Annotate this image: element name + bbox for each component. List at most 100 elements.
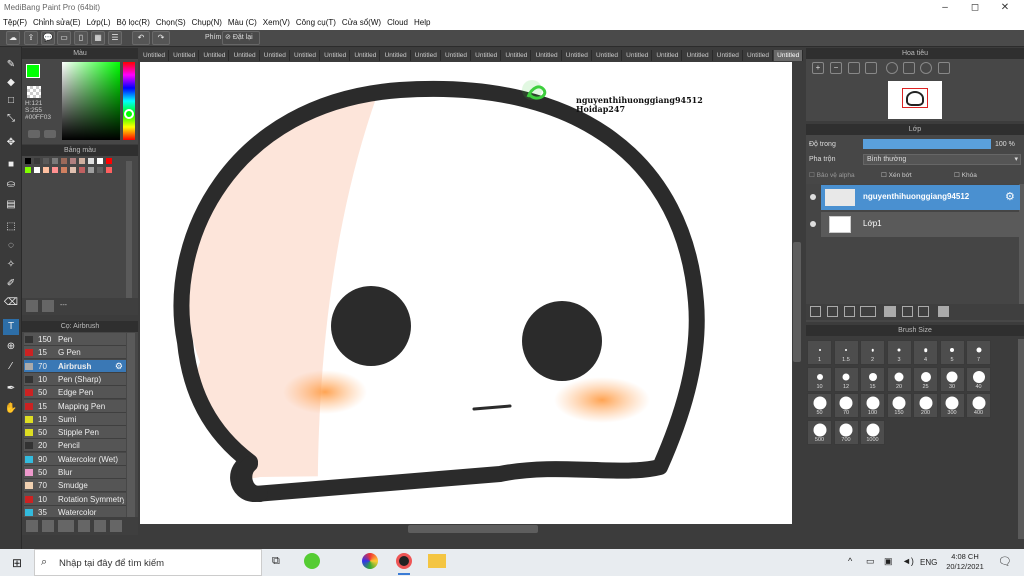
clock[interactable]: 4:08 CH 20/12/2021 (943, 552, 987, 572)
brush-size-option[interactable]: 2 (860, 340, 885, 365)
document-tab[interactable]: Untitled (200, 50, 230, 61)
language-indicator[interactable]: ENG (920, 558, 937, 567)
list-icon[interactable]: ☰ (108, 31, 122, 45)
brush-size-option[interactable]: 7 (966, 340, 991, 365)
document-tab[interactable]: Untitled (744, 50, 773, 61)
reset-button[interactable]: ⊘ Đặt lại (222, 31, 260, 45)
brush-size-option[interactable]: 400 (966, 393, 991, 418)
battery-icon[interactable]: ▭ (866, 556, 875, 567)
brush-item[interactable]: 50 Blur (24, 466, 126, 479)
document-tab[interactable]: Untitled (321, 50, 351, 61)
palette-swatch[interactable] (70, 167, 76, 173)
brush-item[interactable]: 20 Pencil (24, 439, 126, 453)
flip-icon[interactable] (903, 62, 915, 74)
actual-size-icon[interactable] (865, 62, 877, 74)
document-tab[interactable]: Untitled (231, 50, 260, 61)
divide-tool-icon[interactable]: ⁄ (3, 359, 19, 375)
brush-size-option[interactable]: 40 (966, 366, 991, 392)
brush-size-option[interactable]: 1000 (860, 419, 885, 445)
palette-swatch[interactable] (43, 158, 49, 164)
rectangle-tool-icon[interactable]: □ (3, 93, 19, 109)
text-tool-icon[interactable]: T (3, 319, 19, 335)
search-box[interactable]: ⌕ Nhập tại đây để tìm kiếm (34, 549, 262, 576)
brush-size-option[interactable]: 4 (913, 340, 938, 365)
operation-tool-icon[interactable]: ⊕ (3, 339, 19, 355)
menu-snap[interactable]: Chụp(N) (189, 16, 225, 30)
document-tab[interactable]: Untitled (140, 50, 169, 61)
horizontal-scroll-thumb[interactable] (408, 525, 538, 533)
document-tab[interactable]: Untitled (261, 50, 290, 61)
bucket-tool-icon[interactable]: ⛀ (3, 177, 19, 193)
brush-size-option[interactable]: 150 (886, 393, 912, 418)
brush-item[interactable]: 50 Edge Pen (24, 386, 126, 400)
palette-swatch[interactable] (61, 158, 67, 164)
palette-swatch[interactable] (61, 167, 67, 173)
brush-settings-gear-icon[interactable]: ⚙ (115, 360, 123, 373)
share-icon[interactable]: ⇪ (24, 31, 38, 45)
brush-size-option[interactable]: 300 (939, 393, 965, 418)
brush-size-option[interactable]: 500 (807, 419, 832, 445)
undo-icon[interactable]: ↶ (132, 31, 150, 45)
brush-add-icon[interactable] (42, 520, 54, 532)
palette-swatch[interactable] (106, 158, 112, 164)
document-tab[interactable]: Untitled (502, 50, 532, 61)
menu-filter[interactable]: Bộ lọc(R) (114, 16, 153, 30)
chrome-icon[interactable] (362, 553, 378, 569)
brush-item[interactable]: 50 Stipple Pen (24, 426, 126, 440)
brush-size-option[interactable]: 100 (860, 393, 885, 418)
brush-size-option[interactable]: 3 (886, 340, 912, 365)
horizontal-scrollbar[interactable] (140, 524, 792, 534)
palette-swatch[interactable] (34, 158, 40, 164)
protect-alpha-checkbox[interactable]: ☐ Bảo vệ alpha (809, 171, 855, 179)
eye-icon[interactable] (810, 221, 816, 227)
hue-slider[interactable] (123, 62, 135, 140)
brush-item[interactable]: 150 Pen (24, 333, 126, 346)
windows-start-icon[interactable]: ⊞ (12, 556, 22, 570)
chevron-up-icon[interactable]: ^ (848, 556, 852, 566)
move-tool-icon[interactable]: ✥ (3, 135, 19, 151)
saturation-value-picker[interactable] (62, 62, 120, 140)
eye-icon[interactable] (810, 194, 816, 200)
brush-size-option[interactable]: 1.5 (833, 340, 859, 365)
cloud-icon[interactable]: ☁ (6, 31, 20, 45)
document-tab[interactable]: Untitled (412, 50, 441, 61)
menu-color[interactable]: Màu (C) (225, 16, 260, 30)
layer-row[interactable]: Lớp1 (821, 212, 1020, 237)
menu-window[interactable]: Cửa sổ(W) (339, 16, 384, 30)
document-tab[interactable]: Untitled (170, 50, 200, 61)
document-tab[interactable]: Untitled (593, 50, 622, 61)
brush-scrollbar[interactable] (127, 333, 135, 518)
transparent-swatch[interactable] (27, 86, 41, 98)
hand-tool-icon[interactable]: ✋ (3, 401, 19, 417)
document-tab[interactable]: Untitled (291, 50, 320, 61)
document-tab[interactable]: Untitled (563, 50, 592, 61)
palette-swatch[interactable] (43, 167, 49, 173)
select-tool-icon[interactable]: ⬚ (3, 219, 19, 235)
brush-item[interactable]: 15 G Pen (24, 346, 126, 360)
document-tab[interactable]: Untitled (714, 50, 743, 61)
brush-tool-icon[interactable]: ✎ (3, 57, 19, 73)
dot-tool-icon[interactable]: ⤡ (3, 111, 19, 127)
chat-icon[interactable]: ▭ (57, 31, 71, 45)
palette-swatch[interactable] (34, 167, 40, 173)
rotate-left-icon[interactable] (886, 62, 898, 74)
eraser-tool-icon[interactable]: ◆ (3, 75, 19, 91)
brush-size-option[interactable]: 700 (833, 419, 859, 445)
brush-size-option[interactable]: 200 (913, 393, 938, 418)
delete-layer-icon[interactable] (938, 306, 949, 317)
palette-swatch[interactable] (97, 167, 103, 173)
brush-item[interactable]: 10 Pen (Sharp) (24, 372, 126, 386)
duplicate-layer-icon[interactable] (902, 306, 913, 317)
task-view-icon[interactable]: ⧉ (272, 555, 280, 568)
opacity-slider[interactable] (863, 139, 991, 149)
palette-swatch[interactable] (52, 158, 58, 164)
delete-palette-icon[interactable] (42, 300, 54, 312)
brush-size-option[interactable]: 5 (939, 340, 965, 365)
document-tab[interactable]: Untitled (382, 50, 411, 61)
layer-row-selected[interactable]: nguyenthihuonggiang94512 ⚙ (821, 185, 1020, 210)
primary-color-swatch[interactable] (26, 64, 40, 78)
brush-size-option[interactable]: 25 (913, 366, 938, 392)
document-tab[interactable]: Untitled (774, 50, 804, 61)
palette-swatch[interactable] (25, 158, 31, 164)
navigator-preview[interactable] (888, 81, 942, 119)
